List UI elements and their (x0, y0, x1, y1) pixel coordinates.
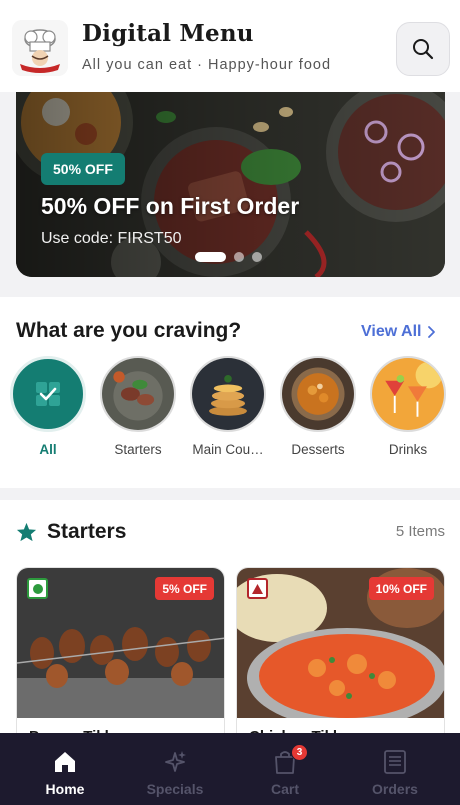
category-drinks[interactable]: Drinks (366, 356, 450, 457)
category-label: Drinks (388, 442, 428, 457)
category-main-course[interactable]: Main Cou… (186, 356, 270, 457)
category-label: Starters (114, 442, 162, 457)
promo-banner[interactable]: 50% OFF 50% OFF on First Order Use code:… (16, 92, 445, 277)
category-starters[interactable]: Starters (96, 356, 180, 457)
home-icon (55, 752, 75, 772)
categories-section: What are you craving? View All All Start… (0, 297, 460, 488)
view-all-link[interactable]: View All (361, 323, 436, 341)
app-title: Digital Menu (82, 20, 254, 47)
menu-item-card[interactable]: 10% OFF Chicken Tikk… (236, 567, 445, 757)
category-label: Main Cou… (192, 442, 264, 457)
app-header: Digital Menu All you can eat · Happy-hou… (0, 0, 460, 92)
starters-header: Starters (16, 520, 126, 544)
nonveg-indicator-icon (247, 578, 268, 599)
category-starters-image (100, 356, 176, 432)
category-drinks-image (370, 356, 446, 432)
nav-label: Home (45, 781, 85, 797)
discount-badge: 10% OFF (368, 577, 434, 600)
banner-promo-code: Use code: FIRST50 (41, 230, 182, 247)
category-all[interactable]: All (6, 356, 90, 457)
carousel-dot-3[interactable] (252, 252, 262, 262)
nav-label: Cart (270, 781, 299, 797)
category-label: Desserts (291, 442, 345, 457)
sparkle-icon (165, 751, 186, 772)
veg-indicator-icon (27, 578, 48, 599)
banner-title: 50% OFF on First Order (41, 193, 300, 219)
category-all-circle (10, 356, 86, 432)
categories-heading: What are you craving? (16, 319, 242, 342)
search-button[interactable] (396, 22, 450, 76)
nav-label: Orders (372, 781, 418, 797)
menu-item-card[interactable]: 5% OFF Paneer Tikk… (16, 567, 225, 757)
nav-cart[interactable]: 3 Cart (240, 744, 330, 797)
nav-label: Specials (146, 781, 204, 797)
app-subtitle: All you can eat · Happy-hour food (82, 57, 332, 73)
starters-item-count: 5 Items (395, 523, 445, 540)
chevron-right-icon (428, 326, 436, 338)
chef-logo-icon[interactable] (12, 20, 68, 76)
nav-specials[interactable]: Specials (130, 747, 220, 797)
carousel-dot-1[interactable] (195, 252, 226, 262)
category-desserts[interactable]: Desserts (276, 356, 360, 457)
view-all-label: View All (361, 323, 422, 340)
nav-orders[interactable]: Orders (350, 747, 440, 797)
discount-badge: 5% OFF (155, 577, 214, 600)
nav-home[interactable]: Home (20, 747, 110, 797)
starters-title: Starters (47, 520, 127, 543)
bottom-navigation: Home Specials 3 Cart Orders (0, 733, 460, 805)
star-icon (16, 522, 37, 542)
banner-discount-badge: 50% OFF (41, 153, 125, 185)
receipt-icon (384, 750, 406, 774)
carousel-dots (195, 252, 262, 262)
cart-count-badge: 3 (291, 744, 308, 761)
category-desserts-image (280, 356, 356, 432)
category-main-course-image (190, 356, 266, 432)
category-label: All (39, 442, 57, 457)
carousel-dot-2[interactable] (234, 252, 244, 262)
search-icon (413, 39, 434, 60)
check-grid-icon (36, 382, 60, 406)
